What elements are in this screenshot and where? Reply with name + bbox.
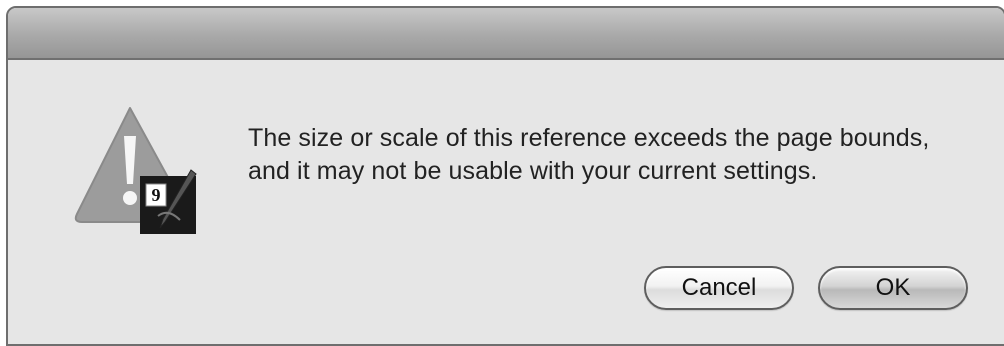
- cancel-button[interactable]: Cancel: [644, 266, 794, 310]
- dialog-content: 9 The size or scale of this reference ex…: [8, 60, 1004, 344]
- warning-icon: 9: [70, 104, 210, 234]
- ok-button[interactable]: OK: [818, 266, 968, 310]
- app-badge-icon: 9: [140, 169, 197, 234]
- dialog-titlebar[interactable]: [8, 8, 1004, 60]
- alert-dialog-window: 9 The size or scale of this reference ex…: [6, 6, 1004, 346]
- app-badge-glyph: 9: [152, 185, 161, 205]
- alert-message: The size or scale of this reference exce…: [248, 124, 930, 185]
